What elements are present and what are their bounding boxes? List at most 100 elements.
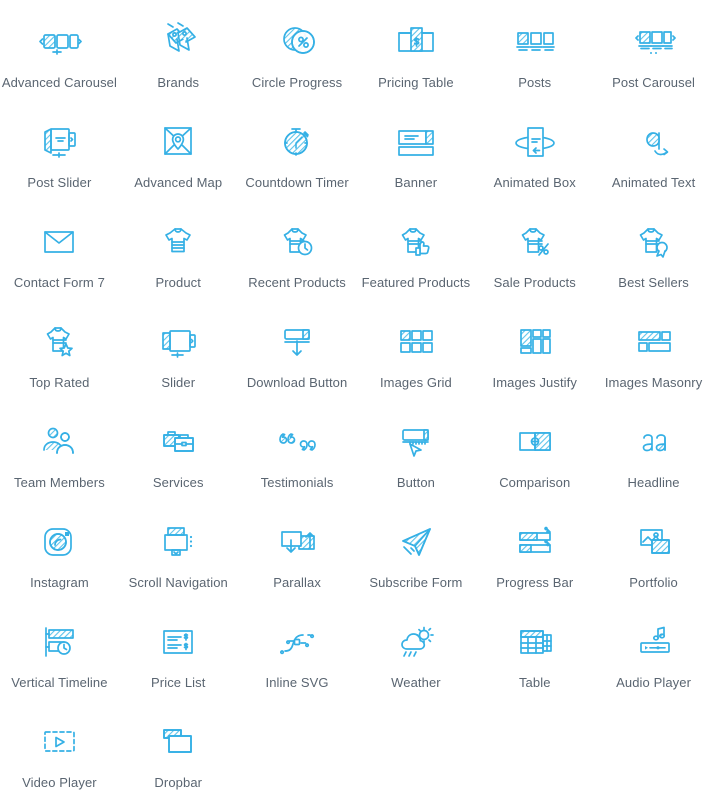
widget-item-label: Advanced Map <box>134 175 223 190</box>
posts-icon <box>505 18 565 66</box>
widget-item-services[interactable]: Services <box>119 404 238 504</box>
widget-item-weather[interactable]: Weather <box>357 604 476 704</box>
widget-item-label: Vertical Timeline <box>11 675 108 690</box>
widget-item-subscribe-form[interactable]: Subscribe Form <box>357 504 476 604</box>
widget-item-sale-products[interactable]: Sale Products <box>475 204 594 304</box>
widget-item-top-rated[interactable]: Top Rated <box>0 304 119 404</box>
widget-item-inline-svg[interactable]: Inline SVG <box>238 604 357 704</box>
widget-item-animated-box[interactable]: Animated Box <box>475 104 594 204</box>
widget-item-images-masonry[interactable]: Images Masonry <box>594 304 713 404</box>
download-button-icon <box>267 318 327 366</box>
widget-item-label: Animated Text <box>611 175 696 190</box>
post-slider-icon <box>29 118 89 166</box>
vertical-timeline-icon <box>29 618 89 666</box>
button-icon <box>386 418 446 466</box>
price-list-icon <box>148 618 208 666</box>
widget-item-label: Video Player <box>22 775 97 790</box>
widget-item-label: Circle Progress <box>251 75 343 90</box>
circle-progress-icon <box>267 18 327 66</box>
dropbar-icon <box>148 718 208 766</box>
widget-item-label: Instagram <box>30 575 89 590</box>
widget-item-label: Inline SVG <box>265 675 329 690</box>
widget-item-price-list[interactable]: Price List <box>119 604 238 704</box>
table-icon <box>505 618 565 666</box>
widget-item-audio-player[interactable]: Audio Player <box>594 604 713 704</box>
widget-item-advanced-carousel[interactable]: Advanced Carousel <box>0 4 119 104</box>
widget-item-instagram[interactable]: Instagram <box>0 504 119 604</box>
portfolio-icon <box>624 518 684 566</box>
widget-item-headline[interactable]: Headline <box>594 404 713 504</box>
widget-item-post-carousel[interactable]: Post Carousel <box>594 4 713 104</box>
animated-box-icon <box>505 118 565 166</box>
widget-item-animated-text[interactable]: Animated Text <box>594 104 713 204</box>
widget-item-label: Images Justify <box>492 375 577 390</box>
audio-player-icon <box>624 618 684 666</box>
widget-item-team-members[interactable]: Team Members <box>0 404 119 504</box>
widget-item-label: Comparison <box>499 475 571 490</box>
images-masonry-icon <box>624 318 684 366</box>
brands-icon <box>148 18 208 66</box>
widget-item-label: Price List <box>151 675 206 690</box>
widget-item-label: Featured Products <box>361 275 471 290</box>
weather-icon <box>386 618 446 666</box>
pricing-table-icon <box>386 18 446 66</box>
widget-item-testimonials[interactable]: Testimonials <box>238 404 357 504</box>
inline-svg-icon <box>267 618 327 666</box>
widget-item-vertical-timeline[interactable]: Vertical Timeline <box>0 604 119 704</box>
widget-item-brands[interactable]: Brands <box>119 4 238 104</box>
countdown-timer-icon <box>267 118 327 166</box>
widget-item-comparison[interactable]: Comparison <box>475 404 594 504</box>
product-icon <box>148 218 208 266</box>
widget-item-advanced-map[interactable]: Advanced Map <box>119 104 238 204</box>
featured-products-icon <box>386 218 446 266</box>
widget-item-label: Audio Player <box>616 675 692 690</box>
widget-item-post-slider[interactable]: Post Slider <box>0 104 119 204</box>
widget-item-label: Progress Bar <box>496 575 574 590</box>
widget-item-label: Top Rated <box>29 375 90 390</box>
images-grid-icon <box>386 318 446 366</box>
widget-item-label: Download Button <box>246 375 348 390</box>
instagram-icon <box>29 518 89 566</box>
widget-item-portfolio[interactable]: Portfolio <box>594 504 713 604</box>
widget-item-images-justify[interactable]: Images Justify <box>475 304 594 404</box>
widget-item-dropbar[interactable]: Dropbar <box>119 704 238 804</box>
testimonials-icon <box>267 418 327 466</box>
widget-item-images-grid[interactable]: Images Grid <box>357 304 476 404</box>
widget-item-recent-products[interactable]: Recent Products <box>238 204 357 304</box>
widget-item-banner[interactable]: Banner <box>357 104 476 204</box>
widget-item-label: Headline <box>627 475 680 490</box>
widget-item-scroll-navigation[interactable]: Scroll Navigation <box>119 504 238 604</box>
widget-item-label: Best Sellers <box>618 275 689 290</box>
widget-item-best-sellers[interactable]: Best Sellers <box>594 204 713 304</box>
widget-item-label: Weather <box>391 675 441 690</box>
widget-item-label: Subscribe Form <box>369 575 463 590</box>
widget-item-download-button[interactable]: Download Button <box>238 304 357 404</box>
advanced-carousel-icon <box>29 18 89 66</box>
subscribe-form-icon <box>386 518 446 566</box>
widget-item-label: Images Grid <box>379 375 452 390</box>
widget-item-label: Images Masonry <box>604 375 703 390</box>
widget-item-label: Advanced Carousel <box>1 75 117 90</box>
widget-item-pricing-table[interactable]: Pricing Table <box>357 4 476 104</box>
widget-item-countdown-timer[interactable]: Countdown Timer <box>238 104 357 204</box>
widget-item-button[interactable]: Button <box>357 404 476 504</box>
widget-item-slider[interactable]: Slider <box>119 304 238 404</box>
widget-item-product[interactable]: Product <box>119 204 238 304</box>
widget-item-video-player[interactable]: Video Player <box>0 704 119 804</box>
widget-item-label: Table <box>518 675 551 690</box>
advanced-map-icon <box>148 118 208 166</box>
widget-item-label: Banner <box>394 175 438 190</box>
widget-item-table[interactable]: Table <box>475 604 594 704</box>
widget-item-label: Scroll Navigation <box>128 575 228 590</box>
widget-item-label: Sale Products <box>493 275 576 290</box>
widget-item-circle-progress[interactable]: Circle Progress <box>238 4 357 104</box>
widget-item-progress-bar[interactable]: Progress Bar <box>475 504 594 604</box>
parallax-icon <box>267 518 327 566</box>
widget-item-label: Posts <box>518 75 552 90</box>
widget-item-posts[interactable]: Posts <box>475 4 594 104</box>
widget-item-featured-products[interactable]: Featured Products <box>357 204 476 304</box>
video-player-icon <box>29 718 89 766</box>
widget-item-contact-form[interactable]: Contact Form 7 <box>0 204 119 304</box>
widget-item-parallax[interactable]: Parallax <box>238 504 357 604</box>
widget-item-label: Animated Box <box>493 175 576 190</box>
